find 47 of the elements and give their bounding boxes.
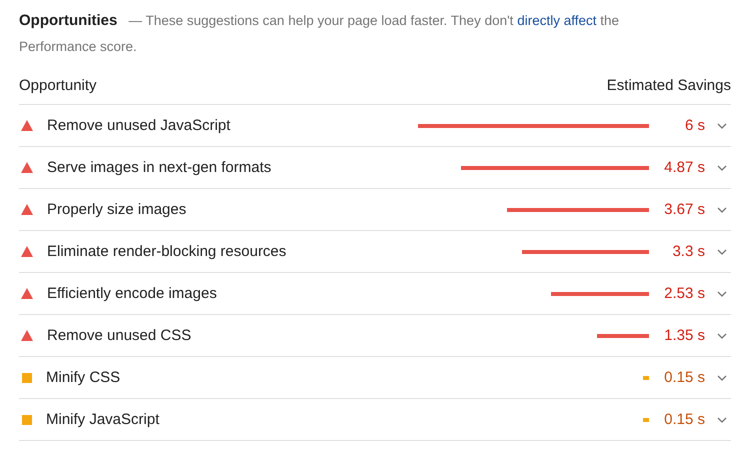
opportunity-row[interactable]: Eliminate render-blocking resources 3.3 s	[19, 231, 731, 273]
opportunity-title: Efficiently encode images	[47, 285, 217, 302]
square-icon	[22, 372, 32, 382]
opportunity-row[interactable]: Properly size images 3.67 s	[19, 189, 731, 231]
chevron-icon[interactable]	[717, 416, 727, 422]
chevron-icon[interactable]	[717, 290, 727, 296]
savings-value: 1.35 s	[663, 327, 705, 344]
directly-affect-link[interactable]: directly affect	[517, 13, 596, 28]
opportunity-title: Minify CSS	[46, 369, 120, 386]
opportunity-row[interactable]: Serve images in next-gen formats 4.87 s	[19, 147, 731, 189]
savings-value: 3.3 s	[671, 243, 705, 260]
opportunity-row[interactable]: Efficiently encode images 2.53 s	[19, 273, 731, 315]
opportunity-title: Minify JavaScript	[46, 411, 160, 428]
savings-bar	[643, 418, 649, 422]
warning-triangle-icon	[21, 246, 33, 257]
chevron-icon[interactable]	[717, 164, 727, 170]
opportunity-title: Eliminate render-blocking resources	[47, 243, 286, 260]
savings-value: 2.53 s	[663, 285, 705, 302]
warning-triangle-icon	[21, 330, 33, 341]
savings-value: 0.15 s	[663, 411, 705, 428]
savings-bar	[643, 376, 649, 380]
savings-value: 6 s	[684, 117, 705, 134]
warning-triangle-icon	[21, 120, 33, 131]
opportunity-title: Remove unused JavaScript	[47, 117, 230, 134]
square-icon	[22, 414, 32, 424]
opportunity-title: Serve images in next-gen formats	[47, 159, 272, 176]
column-header: Estimated Savings	[606, 77, 731, 94]
opportunity-title: Remove unused CSS	[47, 327, 192, 344]
savings-value: 0.15 s	[663, 369, 705, 386]
chevron-icon[interactable]	[717, 248, 727, 254]
opportunity-title: Properly size images	[47, 201, 186, 218]
opportunity-row[interactable]: Minify JavaScript 0.15 s	[19, 399, 731, 441]
chevron-icon[interactable]	[717, 122, 727, 128]
opportunity-row[interactable]: Remove unused CSS 1.35 s	[19, 315, 731, 357]
opportunity-row[interactable]: Minify CSS 0.15 s	[19, 357, 731, 399]
opportunity-row[interactable]: Remove unused JavaScript 6 s	[19, 105, 731, 147]
warning-triangle-icon	[21, 204, 33, 215]
chevron-icon[interactable]	[717, 332, 727, 338]
savings-bar	[597, 334, 649, 338]
warning-triangle-icon	[21, 288, 33, 299]
chevron-icon[interactable]	[717, 206, 727, 212]
section-description: Opportunities — These suggestions can help your page load faster. They don't directly affect the Performance score.	[19, 11, 620, 56]
savings-value: 4.87 s	[663, 159, 705, 176]
savings-value: 3.67 s	[663, 201, 705, 218]
column-header: Opportunity	[19, 77, 97, 94]
warning-triangle-icon	[21, 162, 33, 173]
chevron-icon[interactable]	[717, 374, 727, 380]
